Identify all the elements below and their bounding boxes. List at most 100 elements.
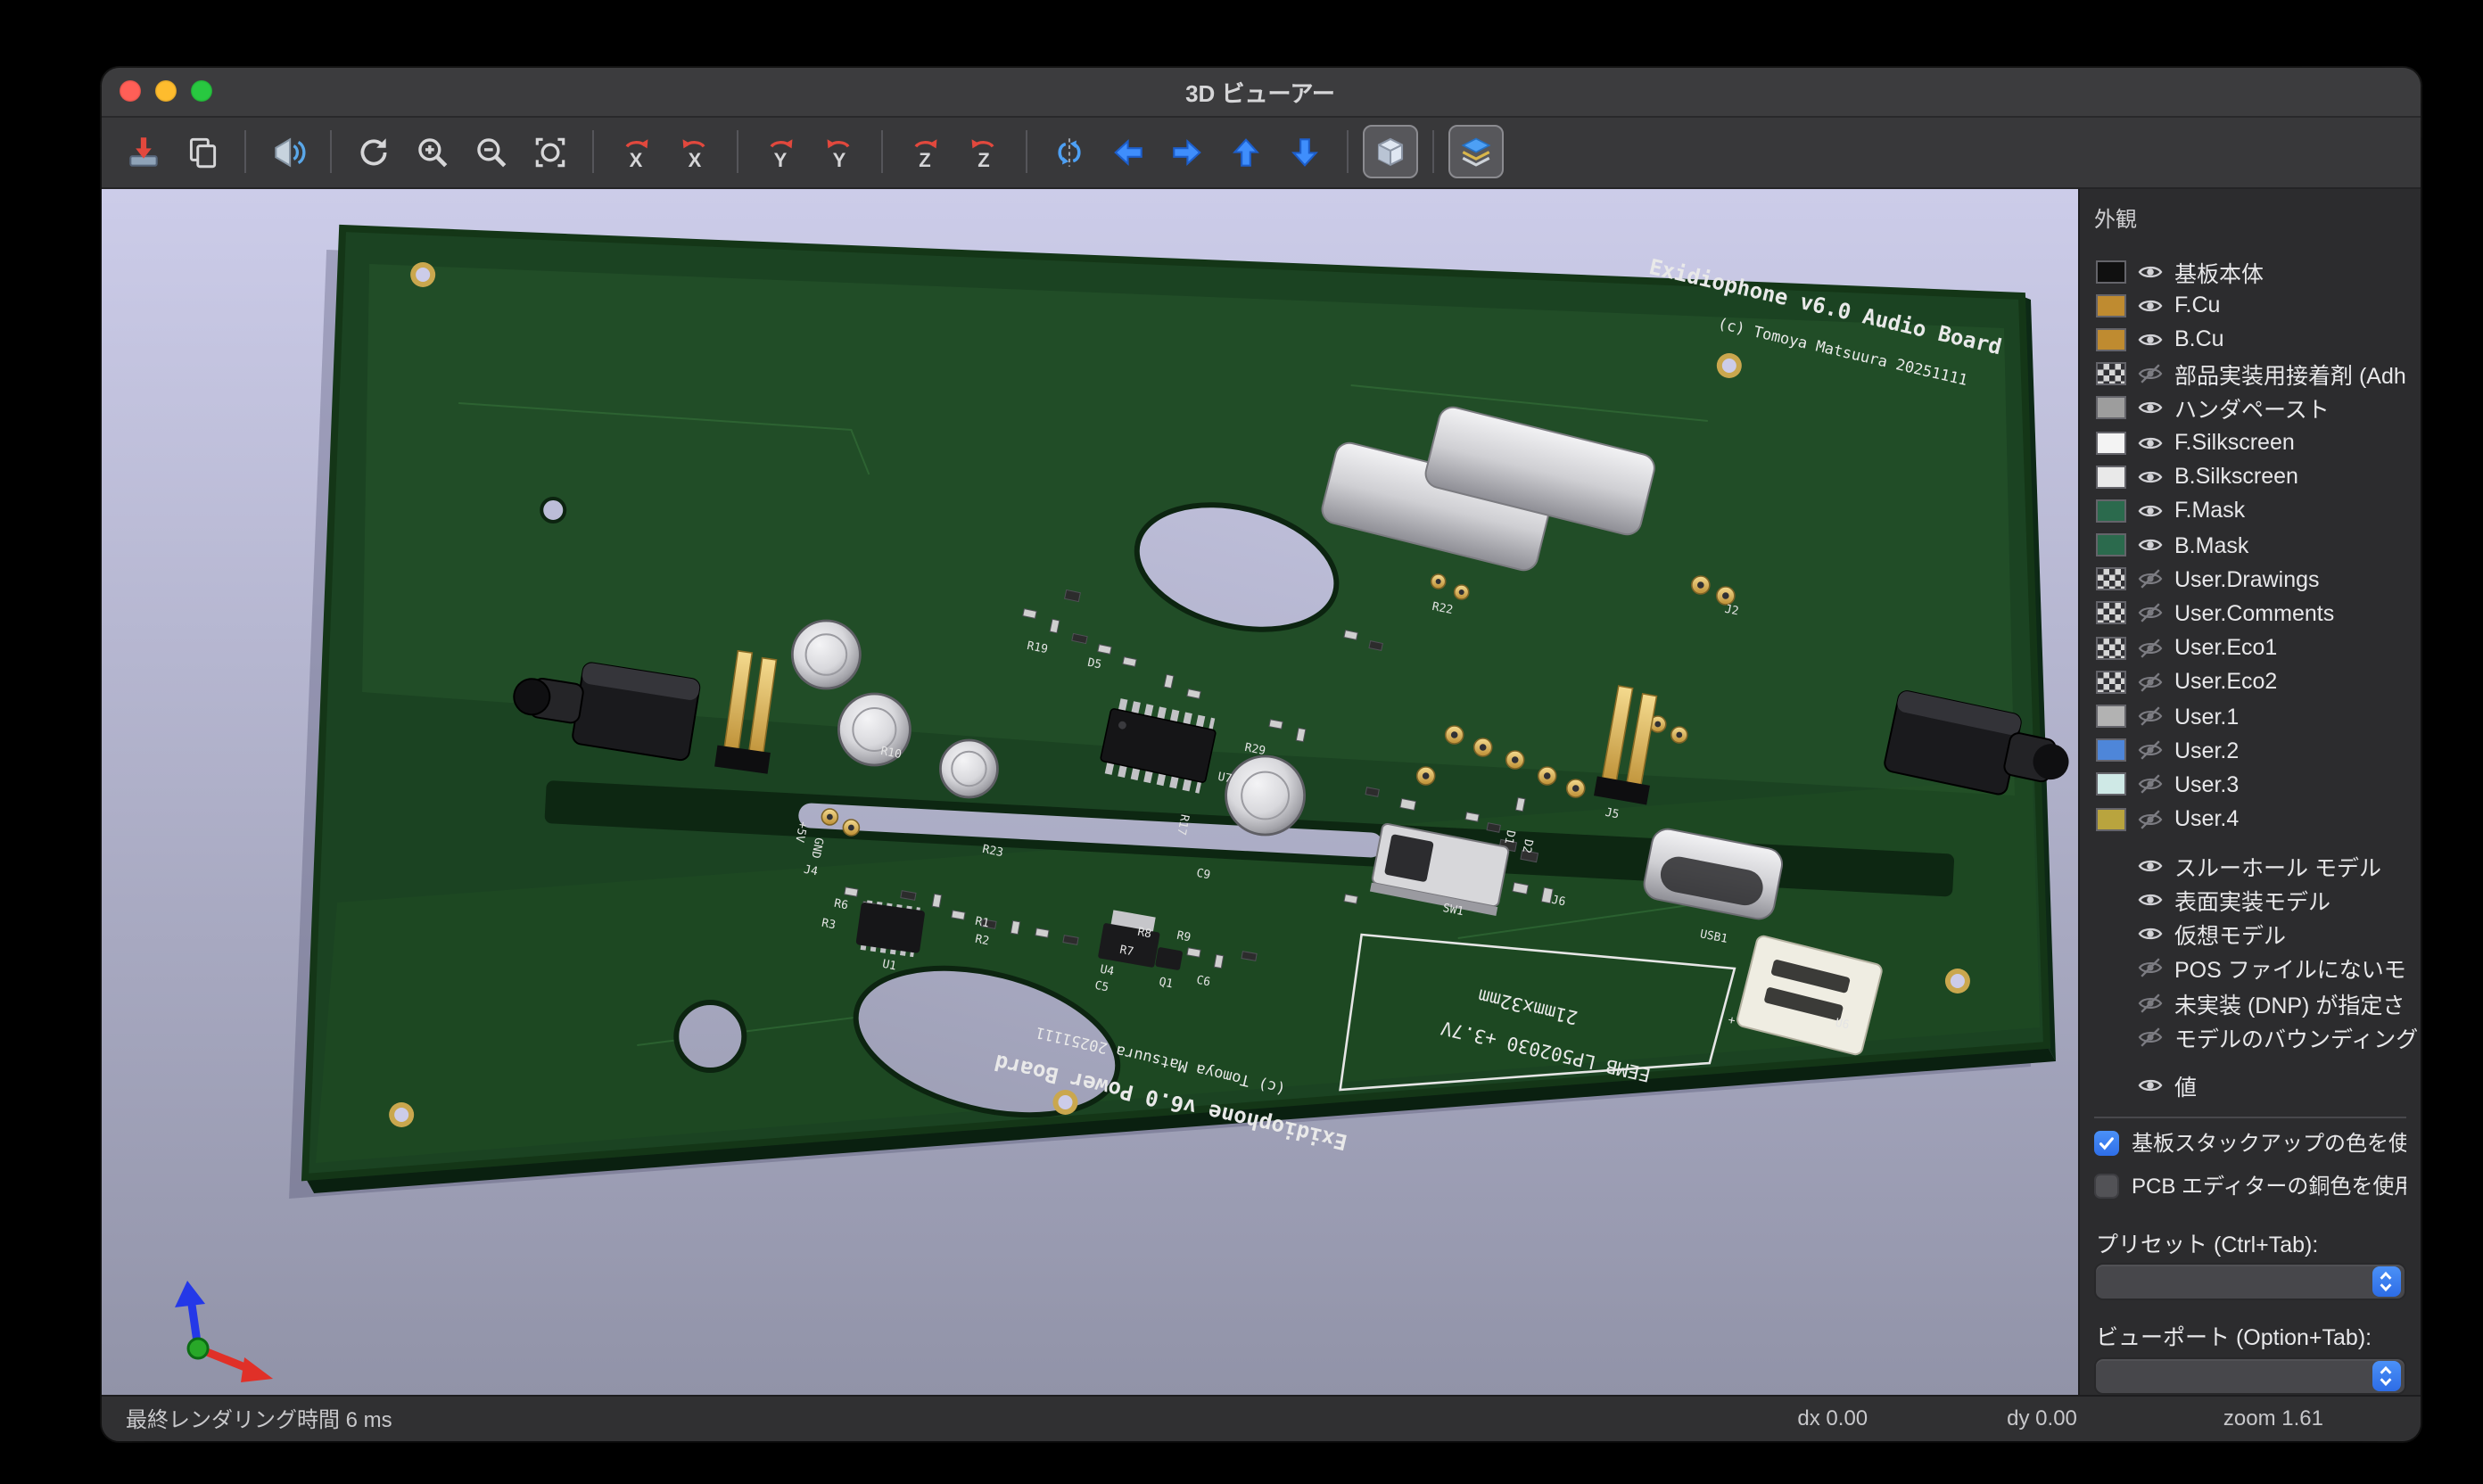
toggle-appearance-panel-button[interactable] xyxy=(1448,125,1503,178)
visibility-on-eye-icon[interactable] xyxy=(2137,395,2164,422)
3d-viewport-canvas[interactable]: Exidiophone v6.0 Audio Board (c) Tomoya … xyxy=(101,188,2078,1394)
appearance-row[interactable]: POS ファイルにないモ xyxy=(2080,952,2420,985)
move-right-button[interactable] xyxy=(1159,125,1214,178)
layer-color-swatch[interactable] xyxy=(2096,533,2126,556)
rotate-y-clockwise-button[interactable]: Y xyxy=(752,125,807,178)
rotate-x-counterclockwise-button[interactable]: X xyxy=(666,125,722,178)
appearance-row[interactable]: F.Cu xyxy=(2080,288,2420,322)
appearance-row[interactable]: User.Drawings xyxy=(2080,562,2420,596)
layer-color-swatch[interactable] xyxy=(2096,602,2126,625)
preset-dropdown[interactable] xyxy=(2094,1263,2405,1300)
visibility-on-eye-icon[interactable] xyxy=(2137,853,2164,879)
smd-component xyxy=(951,910,964,919)
appearance-row[interactable]: モデルのバウンディング xyxy=(2080,1019,2420,1053)
visibility-off-eye-icon[interactable] xyxy=(2137,703,2164,730)
flip-board-button[interactable] xyxy=(1041,125,1096,178)
layer-color-swatch[interactable] xyxy=(2096,738,2126,762)
appearance-row[interactable]: User.3 xyxy=(2080,768,2420,802)
minimize-button[interactable] xyxy=(154,80,176,102)
appearance-row[interactable]: User.1 xyxy=(2080,699,2420,733)
visibility-on-eye-icon[interactable] xyxy=(2137,920,2164,947)
appearance-row[interactable]: B.Silkscreen xyxy=(2080,459,2420,493)
visibility-off-eye-icon[interactable] xyxy=(2137,955,2164,982)
layer-color-swatch[interactable] xyxy=(2096,328,2126,351)
visibility-off-eye-icon[interactable] xyxy=(2137,737,2164,763)
visibility-off-eye-icon[interactable] xyxy=(2137,771,2164,798)
layer-color-swatch[interactable] xyxy=(2096,773,2126,796)
zoom-in-button[interactable] xyxy=(404,125,459,178)
visibility-off-eye-icon[interactable] xyxy=(2137,360,2164,387)
move-down-button[interactable] xyxy=(1276,125,1332,178)
visibility-off-eye-icon[interactable] xyxy=(2137,1023,2164,1050)
layer-color-swatch[interactable] xyxy=(2096,671,2126,694)
appearance-row[interactable]: B.Mask xyxy=(2080,528,2420,562)
layer-color-swatch[interactable] xyxy=(2096,807,2126,830)
visibility-on-eye-icon[interactable] xyxy=(2137,886,2164,913)
zoom-out-button[interactable] xyxy=(463,125,518,178)
appearance-row[interactable]: 部品実装用接着剤 (Adh xyxy=(2080,357,2420,391)
appearance-row[interactable]: User.2 xyxy=(2080,733,2420,767)
layer-color-swatch[interactable] xyxy=(2096,568,2126,591)
move-up-button[interactable] xyxy=(1217,125,1273,178)
appearance-row[interactable]: F.Silkscreen xyxy=(2080,425,2420,459)
appearance-row[interactable]: F.Mask xyxy=(2080,494,2420,528)
appearance-row[interactable]: B.Cu xyxy=(2080,323,2420,357)
visibility-off-eye-icon[interactable] xyxy=(2137,805,2164,832)
appearance-row[interactable]: User.4 xyxy=(2080,802,2420,836)
rotate-z-clockwise-button[interactable]: Z xyxy=(896,125,952,178)
appearance-row[interactable]: 値 xyxy=(2080,1068,2420,1102)
zoom-button[interactable] xyxy=(190,80,211,102)
layer-color-swatch[interactable] xyxy=(2096,636,2126,659)
refresh-view-button[interactable] xyxy=(345,125,400,178)
visibility-off-eye-icon[interactable] xyxy=(2137,634,2164,661)
close-button[interactable] xyxy=(119,80,140,102)
appearance-row[interactable]: 基板本体 xyxy=(2080,254,2420,288)
visibility-on-eye-icon[interactable] xyxy=(2137,293,2164,319)
checkbox-list: 基板スタックアップの色を使用PCB エディターの銅色を使用 xyxy=(2080,1122,2420,1208)
through-hole-pad xyxy=(1566,779,1584,796)
layer-color-swatch[interactable] xyxy=(2096,294,2126,317)
visibility-on-eye-icon[interactable] xyxy=(2137,532,2164,558)
visibility-off-eye-icon[interactable] xyxy=(2137,566,2164,593)
zoom-to-fit-button[interactable] xyxy=(522,125,577,178)
visibility-on-eye-icon[interactable] xyxy=(2137,498,2164,524)
3d-viewport[interactable]: Exidiophone v6.0 Audio Board (c) Tomoya … xyxy=(101,188,2078,1394)
layer-color-swatch[interactable] xyxy=(2096,362,2126,385)
title-bar[interactable]: 3D ビューアー xyxy=(101,67,2420,117)
layer-color-swatch[interactable] xyxy=(2096,465,2126,488)
raytracing-render-button[interactable] xyxy=(260,125,315,178)
layer-color-swatch[interactable] xyxy=(2096,397,2126,420)
visibility-on-eye-icon[interactable] xyxy=(2137,1072,2164,1099)
visibility-on-eye-icon[interactable] xyxy=(2137,258,2164,284)
checkbox-checked[interactable] xyxy=(2094,1131,2119,1156)
layer-color-swatch[interactable] xyxy=(2096,705,2126,728)
layer-color-swatch[interactable] xyxy=(2096,499,2126,523)
appearance-row[interactable]: ハンダペースト xyxy=(2080,392,2420,425)
checkbox-unchecked[interactable] xyxy=(2094,1174,2119,1199)
appearance-row[interactable]: User.Eco1 xyxy=(2080,631,2420,664)
copy-image-button[interactable] xyxy=(174,125,229,178)
visibility-on-eye-icon[interactable] xyxy=(2137,463,2164,490)
appearance-row[interactable]: 未実装 (DNP) が指定さ xyxy=(2080,985,2420,1019)
rotate-x-clockwise-button[interactable]: X xyxy=(607,125,663,178)
rotate-y-counterclockwise-button[interactable]: Y xyxy=(811,125,866,178)
visibility-off-eye-icon[interactable] xyxy=(2137,669,2164,696)
move-left-button[interactable] xyxy=(1100,125,1155,178)
appearance-row[interactable]: 仮想モデル xyxy=(2080,917,2420,951)
appearance-row[interactable]: User.Eco2 xyxy=(2080,665,2420,699)
rotate-z-counterclockwise-button[interactable]: Z xyxy=(955,125,1011,178)
viewport-dropdown[interactable] xyxy=(2094,1356,2405,1394)
export-image-button[interactable] xyxy=(115,125,170,178)
visibility-on-eye-icon[interactable] xyxy=(2137,429,2164,456)
visibility-on-eye-icon[interactable] xyxy=(2137,326,2164,353)
svg-text:Y: Y xyxy=(832,148,846,170)
row-label: 基板本体 xyxy=(2174,254,2416,288)
layer-color-swatch[interactable] xyxy=(2096,431,2126,454)
appearance-row[interactable]: スルーホール モデル xyxy=(2080,848,2420,882)
visibility-off-eye-icon[interactable] xyxy=(2137,600,2164,627)
appearance-row[interactable]: User.Comments xyxy=(2080,597,2420,631)
appearance-row[interactable]: 表面実装モデル xyxy=(2080,883,2420,917)
layer-color-swatch[interactable] xyxy=(2096,260,2126,283)
orthographic-projection-button[interactable] xyxy=(1362,125,1417,178)
visibility-off-eye-icon[interactable] xyxy=(2137,989,2164,1016)
